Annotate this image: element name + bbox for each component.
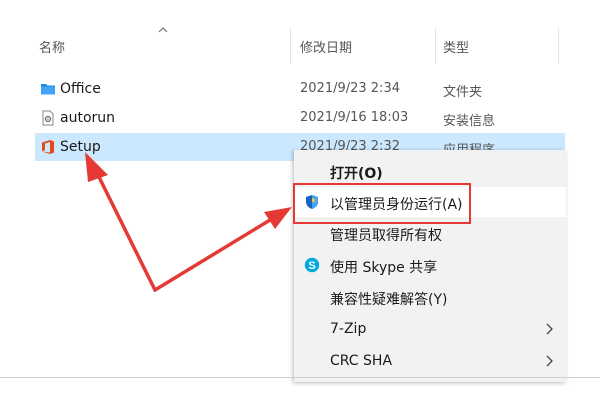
annotation-arrow-to-setup: [85, 152, 157, 292]
bottom-edge-divider: [0, 377, 600, 378]
annotation-arrows: [85, 152, 292, 292]
annotation-arrow-to-menu: [153, 207, 292, 292]
